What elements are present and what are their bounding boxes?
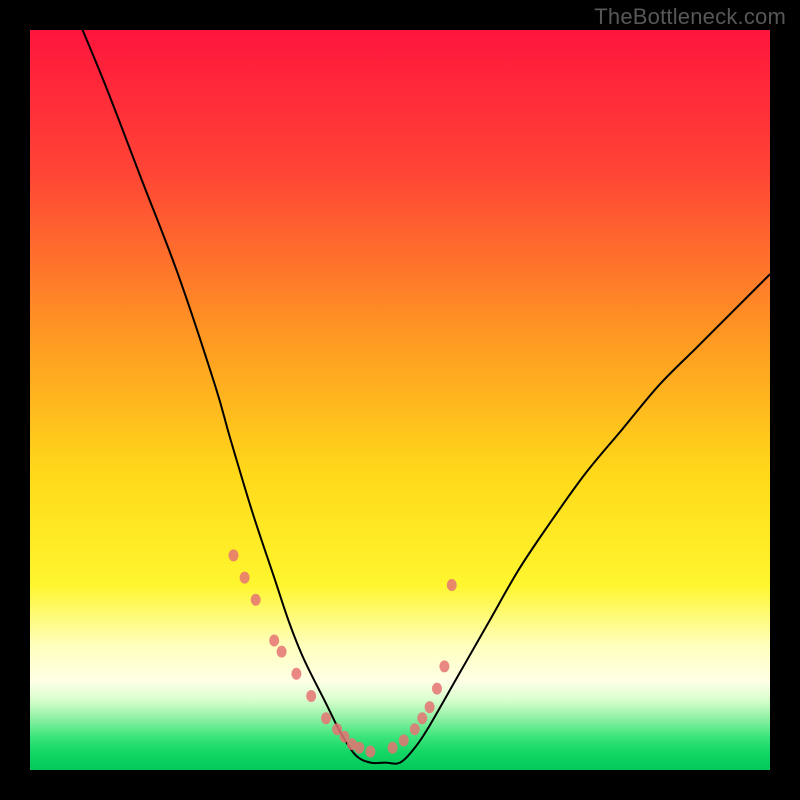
- marker-point: [354, 742, 364, 754]
- bottleneck-curve: [67, 30, 770, 764]
- marker-point: [447, 579, 457, 591]
- marker-point: [306, 690, 316, 702]
- chart-frame: TheBottleneck.com: [0, 0, 800, 800]
- marker-point: [365, 746, 375, 758]
- marker-point: [251, 594, 261, 606]
- marker-point: [439, 660, 449, 672]
- marker-point: [388, 742, 398, 754]
- marker-point: [410, 723, 420, 735]
- marker-point: [399, 734, 409, 746]
- marker-point: [417, 712, 427, 724]
- marker-point: [277, 646, 287, 658]
- marker-point: [229, 549, 239, 561]
- marker-point: [269, 635, 279, 647]
- curve-layer: [30, 30, 770, 770]
- marker-group: [229, 549, 457, 757]
- plot-area: [30, 30, 770, 770]
- marker-point: [432, 683, 442, 695]
- marker-point: [240, 572, 250, 584]
- marker-point: [321, 712, 331, 724]
- watermark-text: TheBottleneck.com: [594, 4, 786, 30]
- marker-point: [291, 668, 301, 680]
- marker-point: [425, 701, 435, 713]
